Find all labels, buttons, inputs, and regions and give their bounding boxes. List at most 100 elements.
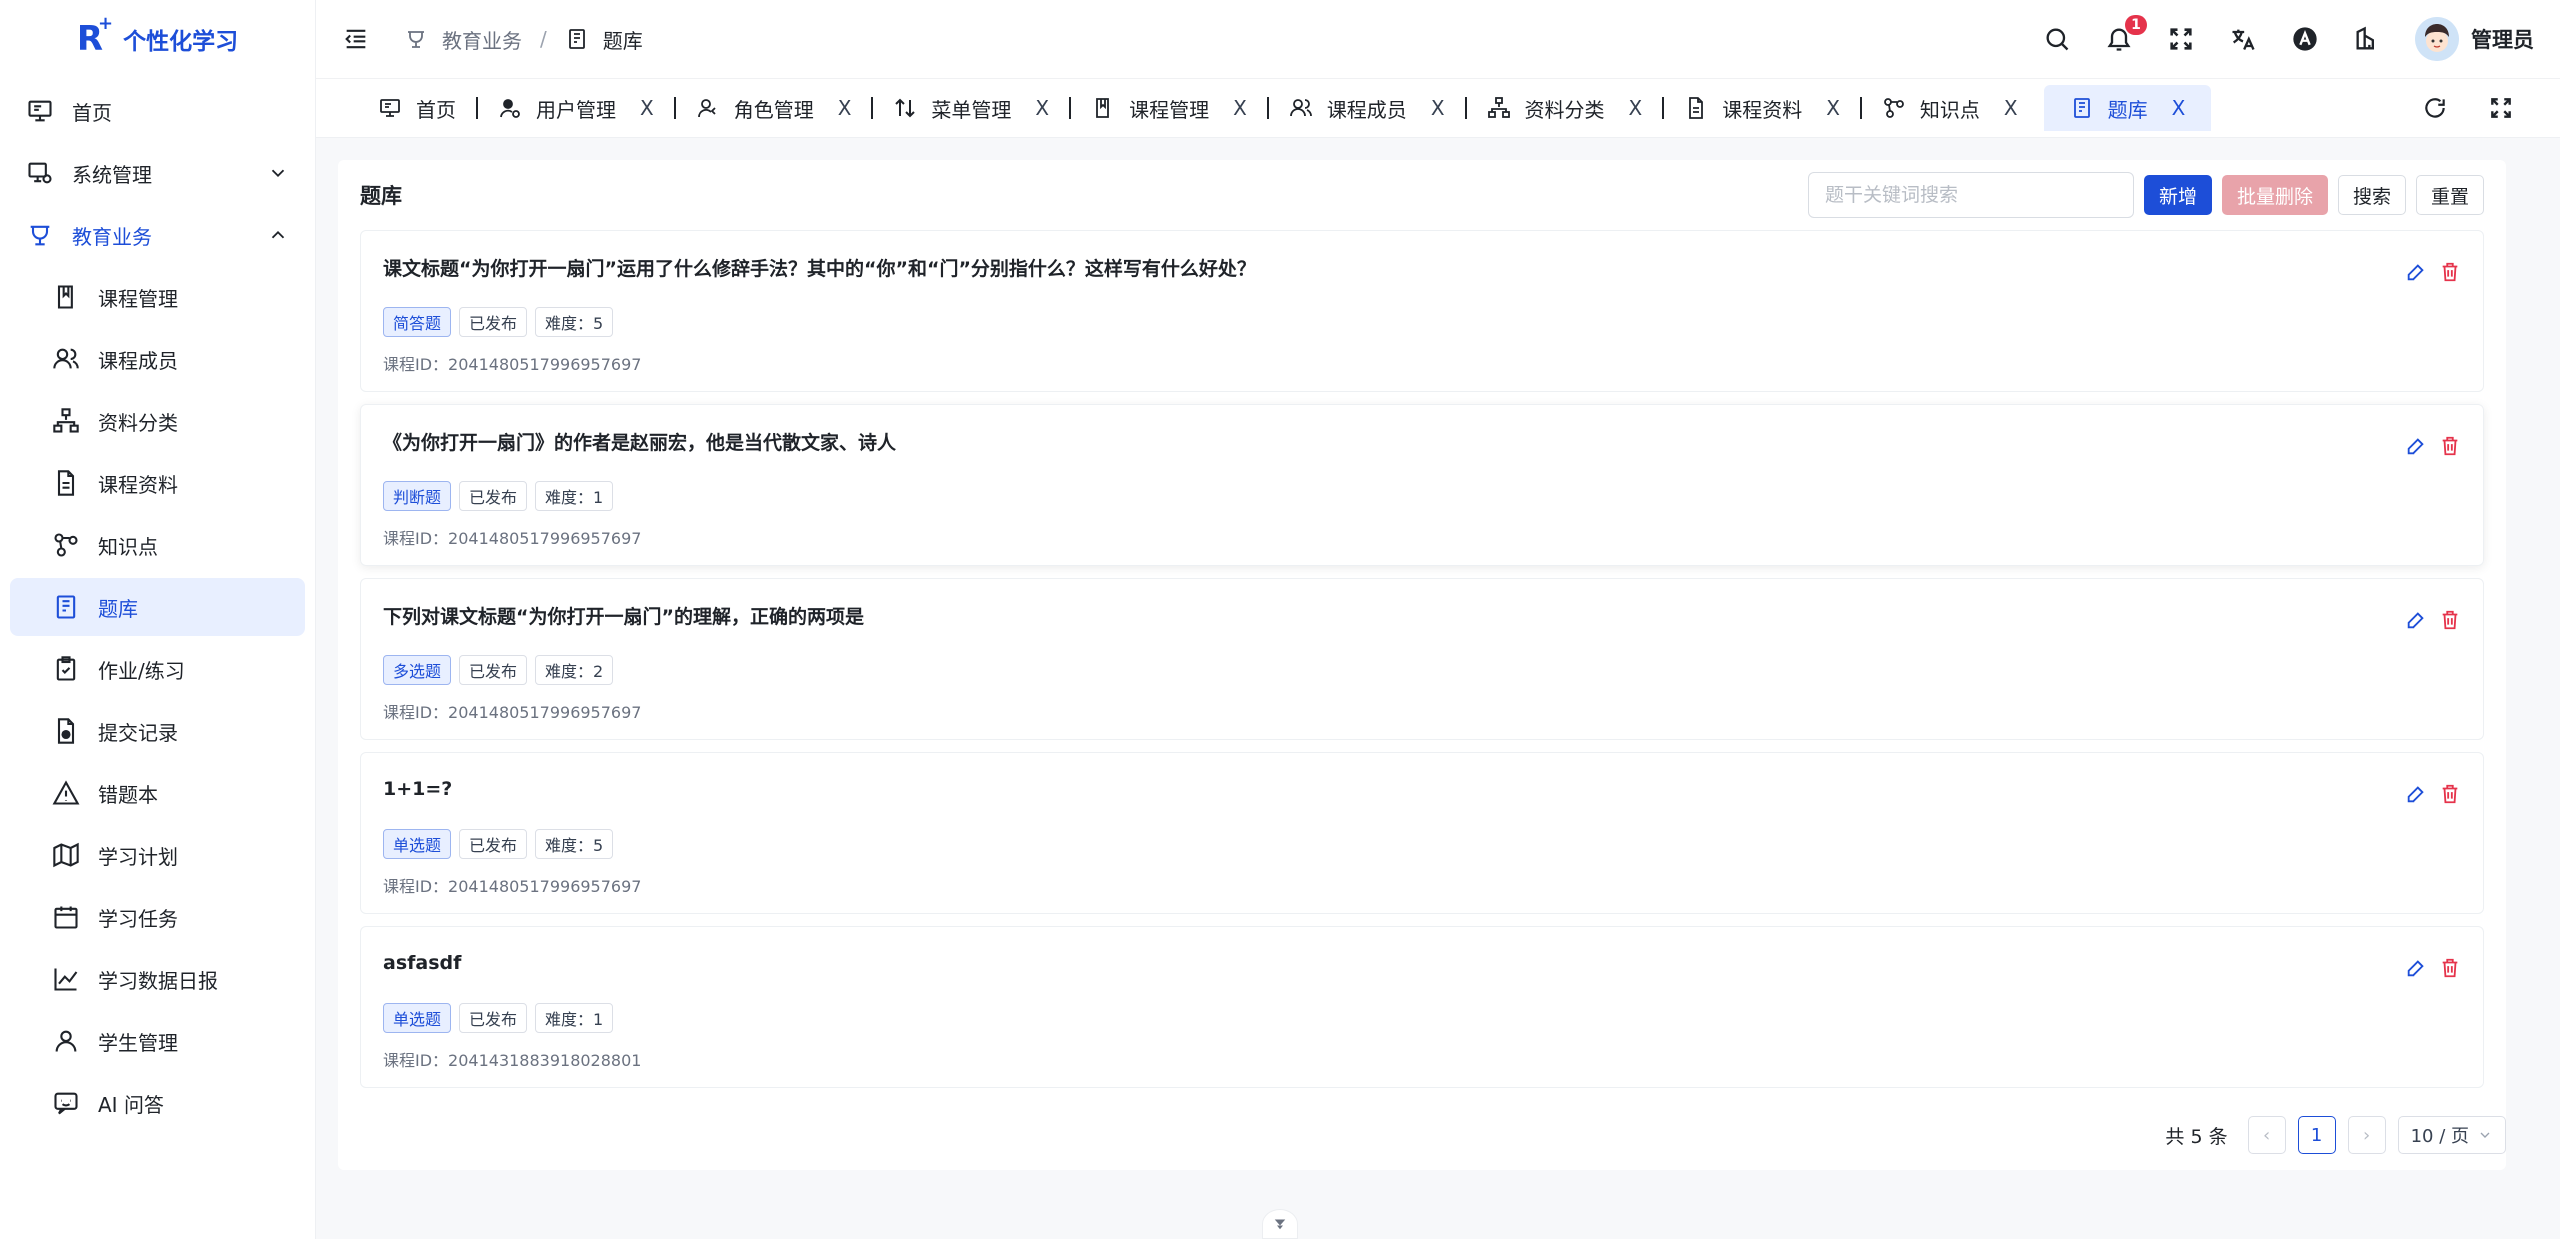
user-name: 管理员 [2471, 28, 2534, 52]
prev-page-button[interactable]: ‹ [2247, 1116, 2286, 1154]
tab-close-icon[interactable]: X [1035, 96, 1049, 120]
notification-button[interactable]: 1 [2105, 15, 2147, 53]
main-area: 教育业务 / 题库 1 管理员 首页 用户管理 X 角色管理 X 菜单管理 X … [316, 0, 2560, 1239]
question-tags: 判断题 已发布 难度：1 [383, 481, 2461, 511]
hierarchy-icon [1487, 97, 1510, 118]
tab-separator [673, 97, 676, 119]
search-button[interactable]: 搜索 [2337, 175, 2406, 215]
edit-icon[interactable] [2405, 783, 2427, 805]
sidebar: R + 个性化学习 首页 系统管理 教育业务 课程管理 课程成员 资料分类 课程… [0, 0, 316, 1239]
question-type-tag: 单选题 [383, 1003, 452, 1033]
tab-course-material[interactable]: 课程资料 X [1668, 85, 1856, 131]
tab-close-icon[interactable]: X [838, 96, 852, 120]
fullscreen-icon[interactable] [2488, 95, 2514, 121]
delete-icon[interactable] [2439, 435, 2461, 457]
tab-close-icon[interactable]: X [1233, 96, 1247, 120]
delete-icon[interactable] [2439, 261, 2461, 283]
add-button[interactable]: 新增 [2143, 175, 2212, 215]
sidebar-item-course-members[interactable]: 课程成员 [10, 330, 305, 388]
question-type-tag: 多选题 [383, 655, 452, 685]
tab-question-bank[interactable]: 题库 X [2043, 85, 2212, 131]
tab-close-icon[interactable]: X [1431, 96, 1445, 120]
fullscreen-icon[interactable] [2167, 25, 2195, 53]
tab-close-icon[interactable]: X [2004, 96, 2018, 120]
theme-icon[interactable] [2353, 25, 2381, 53]
breadcrumb-item[interactable]: 教育业务 [442, 25, 522, 54]
sidebar-item-label: 课程成员 [98, 348, 178, 373]
edit-icon[interactable] [2405, 957, 2427, 979]
sidebar-item-study-task[interactable]: 学习任务 [10, 888, 305, 946]
line-chart-icon [54, 968, 78, 991]
tab-home[interactable]: 首页 [362, 85, 472, 131]
sidebar-item-homework[interactable]: 作业/练习 [10, 640, 305, 698]
sidebar-item-course-material[interactable]: 课程资料 [10, 454, 305, 512]
tab-close-icon[interactable]: X [1629, 96, 1643, 120]
tab-course-manage[interactable]: 课程管理 X [1075, 85, 1263, 131]
sidebar-item-study-plan[interactable]: 学习计划 [10, 826, 305, 884]
course-id: 课程ID：2041480517996957697 [383, 877, 642, 896]
tab-close-icon[interactable]: X [2172, 96, 2186, 120]
tab-label: 题库 [2107, 97, 2148, 122]
status-tag: 已发布 [459, 481, 528, 511]
card-actions [2405, 261, 2461, 283]
sidebar-item-system[interactable]: 系统管理 [10, 144, 305, 202]
question-bank-icon [568, 29, 585, 49]
sidebar-item-course-manage[interactable]: 课程管理 [10, 268, 305, 326]
sidebar-item-home[interactable]: 首页 [10, 82, 305, 140]
sidebar-item-label: 知识点 [98, 534, 158, 559]
translate-icon[interactable] [2229, 25, 2257, 53]
tab-course-members[interactable]: 课程成员 X [1273, 85, 1461, 131]
tab-material-category[interactable]: 资料分类 X [1471, 85, 1659, 131]
delete-icon[interactable] [2439, 609, 2461, 631]
next-page-button[interactable]: › [2347, 1116, 2386, 1154]
status-tag: 已发布 [459, 655, 528, 685]
search-input[interactable] [1807, 172, 2134, 218]
batch-delete-button[interactable]: 批量删除 [2221, 175, 2328, 215]
sidebar-item-students[interactable]: 学生管理 [10, 1012, 305, 1070]
tab-close-icon[interactable]: X [640, 96, 654, 120]
clipboard-check-icon [56, 656, 76, 681]
difficulty-tag: 难度：5 [535, 829, 614, 859]
tab-label: 课程成员 [1326, 97, 1407, 122]
scroll-down-handle[interactable] [1262, 1209, 1298, 1239]
collapse-menu-icon[interactable] [342, 25, 370, 53]
tab-menu-manage[interactable]: 菜单管理 X [877, 85, 1065, 131]
font-icon[interactable] [2291, 25, 2319, 53]
edit-icon[interactable] [2405, 435, 2427, 457]
search-icon[interactable] [2043, 25, 2071, 53]
question-card[interactable]: 《为你打开一扇门》的作者是赵丽宏，他是当代散文家、诗人 判断题 已发布 难度：1… [360, 404, 2484, 566]
tab-close-icon[interactable]: X [1826, 96, 1840, 120]
question-card[interactable]: 1+1=? 单选题 已发布 难度：5 课程ID：2041480517996957… [360, 752, 2484, 914]
sidebar-item-question-bank[interactable]: 题库 [10, 578, 305, 636]
sidebar-item-material-category[interactable]: 资料分类 [10, 392, 305, 450]
delete-icon[interactable] [2439, 957, 2461, 979]
refresh-icon[interactable] [2422, 95, 2448, 121]
user-menu[interactable]: 管理员 [2415, 17, 2534, 61]
question-title: 1+1=? [383, 778, 453, 800]
page-size-select[interactable]: 10 / 页 [2397, 1116, 2506, 1154]
tab-knowledge[interactable]: 知识点 X [1866, 85, 2034, 131]
status-tag: 已发布 [459, 307, 528, 337]
question-card[interactable]: 课文标题“为你打开一扇门”运用了什么修辞手法？其中的“你”和“门”分别指什么？这… [360, 230, 2484, 392]
tab-user-manage[interactable]: 用户管理 X [482, 85, 670, 131]
sidebar-item-wrong-book[interactable]: 错题本 [10, 764, 305, 822]
tab-label: 用户管理 [536, 97, 616, 122]
sidebar-item-submissions[interactable]: 提交记录 [10, 702, 305, 760]
delete-icon[interactable] [2439, 783, 2461, 805]
sidebar-item-education[interactable]: 教育业务 [10, 206, 305, 264]
brand[interactable]: R + 个性化学习 [0, 0, 315, 78]
hierarchy-icon [53, 408, 79, 433]
breadcrumb-separator: / [540, 27, 547, 51]
sidebar-item-ai-qa[interactable]: AI 问答 [10, 1074, 305, 1132]
chat-bot-icon [54, 1092, 78, 1115]
sidebar-item-knowledge[interactable]: 知识点 [10, 516, 305, 574]
sidebar-item-daily-report[interactable]: 学习数据日报 [10, 950, 305, 1008]
edit-icon[interactable] [2405, 609, 2427, 631]
question-card[interactable]: asfasdf 单选题 已发布 难度：1 课程ID：20414318839180… [360, 926, 2484, 1088]
tab-role-manage[interactable]: 角色管理 X [680, 85, 868, 131]
brand-name: 个性化学习 [123, 29, 239, 55]
page-button-current[interactable]: 1 [2297, 1116, 2336, 1154]
question-card[interactable]: 下列对课文标题“为你打开一扇门”的理解，正确的两项是 多选题 已发布 难度：2 … [360, 578, 2484, 740]
reset-button[interactable]: 重置 [2415, 175, 2484, 215]
edit-icon[interactable] [2405, 261, 2427, 283]
